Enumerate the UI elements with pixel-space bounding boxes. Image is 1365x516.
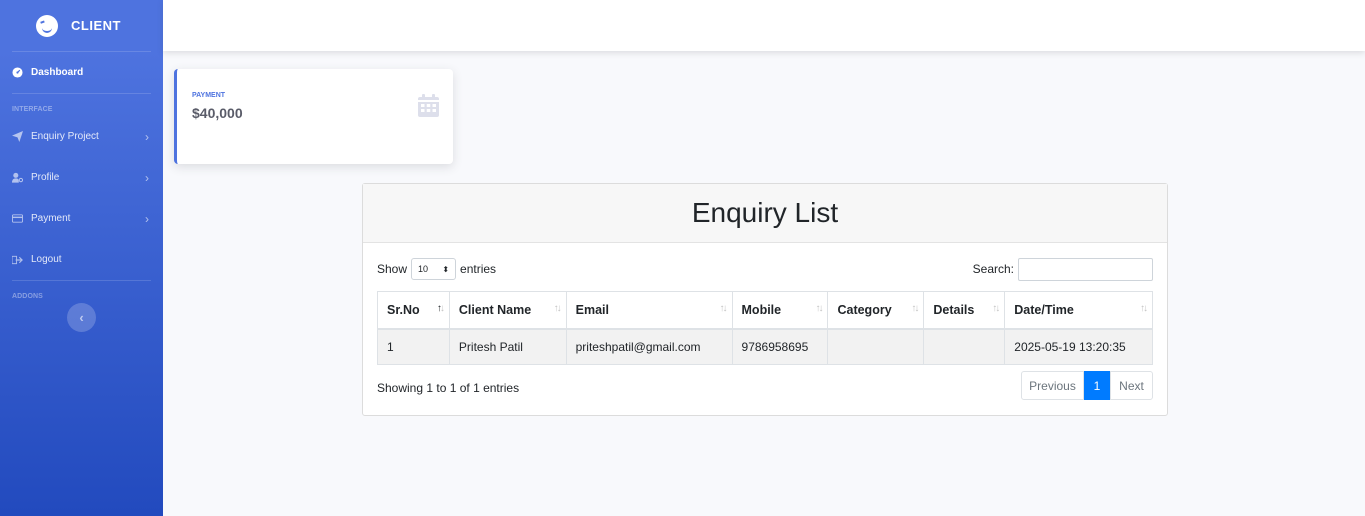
sidebar-item-dashboard[interactable]: Dashboard xyxy=(0,52,163,93)
chevron-right-icon: › xyxy=(145,171,149,185)
sort-icon: ↑↓ xyxy=(553,303,562,314)
table-info: Showing 1 to 1 of 1 entries xyxy=(377,381,520,395)
entries-label: entries xyxy=(460,262,497,276)
sidebar-heading-interface: INTERFACE xyxy=(12,106,53,113)
sidebar-item-label: Payment xyxy=(31,213,71,224)
chevron-right-icon: › xyxy=(145,212,149,226)
sidebar-toggle-button[interactable]: ‹ xyxy=(67,303,96,332)
sort-icon: ↑↓ xyxy=(992,303,1000,314)
user-cog-icon xyxy=(12,172,23,183)
page-title: Enquiry List xyxy=(691,197,839,228)
sort-icon: ↑↓ xyxy=(815,303,823,314)
length-control: Show 10 ⬍ entries xyxy=(377,257,496,281)
sort-icon: ↑↓ xyxy=(436,303,445,314)
sidebar: CLIENT Dashboard INTERFACE Enquiry Proje… xyxy=(0,0,163,516)
sidebar-item-label: Dashboard xyxy=(31,67,84,78)
column-header-email[interactable]: Email ↑↓ xyxy=(565,291,733,330)
paper-plane-icon xyxy=(12,131,23,142)
sign-out-icon xyxy=(12,254,23,265)
search-control: Search: xyxy=(973,257,1153,281)
chevron-left-icon: ‹ xyxy=(79,310,84,325)
show-label: Show xyxy=(377,262,408,276)
column-header-label: Category xyxy=(837,302,892,317)
credit-card-icon xyxy=(12,213,23,224)
sidebar-brand[interactable]: CLIENT xyxy=(0,0,163,51)
enquiry-panel-header: Enquiry List xyxy=(363,184,1167,243)
cell-client-name: Pritesh Patil xyxy=(448,328,567,365)
column-header-category[interactable]: Category ↑↓ xyxy=(827,291,925,330)
table-header-row: Sr.No ↑↓ Client Name ↑↓ Email ↑↓ Mobile ↑↓ C… xyxy=(377,291,1153,330)
sidebar-item-payment[interactable]: Payment › xyxy=(0,198,163,239)
page-button-1[interactable]: 1 xyxy=(1084,371,1110,400)
column-header-label: Email xyxy=(575,302,609,317)
column-header-label: Client Name xyxy=(458,302,532,317)
calendar-icon xyxy=(418,94,439,122)
sidebar-item-label: Enquiry Project xyxy=(31,131,99,142)
sort-icon: ↑↓ xyxy=(719,303,728,314)
search-label: Search: xyxy=(972,262,1014,276)
laughing-face-icon xyxy=(36,14,58,37)
sidebar-item-enquiry-project[interactable]: Enquiry Project › xyxy=(0,116,163,157)
sidebar-heading-addons: ADDONS xyxy=(12,293,43,300)
column-header-label: Mobile xyxy=(741,302,782,317)
column-header-srno[interactable]: Sr.No ↑↓ xyxy=(377,291,450,330)
enquiry-table: Sr.No ↑↓ Client Name ↑↓ Email ↑↓ Mobile ↑↓ C… xyxy=(377,291,1153,365)
sidebar-item-logout[interactable]: Logout xyxy=(0,239,163,280)
pagination: Previous 1 Next xyxy=(1021,371,1153,400)
cell-email: priteshpatil@gmail.com xyxy=(565,328,733,365)
sort-icon: ↑↓ xyxy=(911,303,919,314)
sort-icon: ↑↓ xyxy=(1140,303,1148,314)
column-header-label: Sr.No xyxy=(387,302,420,317)
enquiry-panel: Enquiry List Show 10 ⬍ entries Search: S… xyxy=(362,183,1168,416)
payment-card-label: PAYMENT xyxy=(192,92,226,99)
column-header-mobile[interactable]: Mobile ↑↓ xyxy=(731,291,829,330)
topbar xyxy=(163,0,1365,51)
sidebar-item-profile[interactable]: Profile › xyxy=(0,157,163,198)
cell-category xyxy=(827,328,925,365)
cell-mobile: 9786958695 xyxy=(731,328,829,365)
sort-arrows-icon: ⬍ xyxy=(442,264,450,274)
previous-button[interactable]: Previous xyxy=(1021,371,1084,400)
column-header-details[interactable]: Details ↑↓ xyxy=(923,291,1006,330)
table-row: 1 Pritesh Patil priteshpatil@gmail.com 9… xyxy=(377,328,1153,365)
column-header-datetime[interactable]: Date/Time ↑↓ xyxy=(1004,291,1153,330)
chevron-right-icon: › xyxy=(145,130,149,144)
brand-name: CLIENT xyxy=(71,18,121,33)
column-header-client-name[interactable]: Client Name ↑↓ xyxy=(448,291,567,330)
payment-card-value: $40,000 xyxy=(192,105,243,121)
column-header-label: Details xyxy=(933,302,975,317)
entries-select[interactable]: 10 ⬍ xyxy=(411,258,457,280)
sidebar-item-label: Logout xyxy=(31,254,62,265)
column-header-label: Date/Time xyxy=(1014,302,1074,317)
sidebar-item-label: Profile xyxy=(31,172,60,183)
next-button[interactable]: Next xyxy=(1110,371,1153,400)
payment-card: PAYMENT $40,000 xyxy=(174,69,453,164)
search-input[interactable] xyxy=(1018,257,1153,281)
cell-details xyxy=(923,328,1006,365)
cell-srno: 1 xyxy=(377,328,450,365)
tachometer-icon xyxy=(12,67,23,78)
entries-select-value: 10 xyxy=(418,264,429,274)
table-controls: Show 10 ⬍ entries Search: xyxy=(377,257,1153,281)
cell-datetime: 2025-05-19 13:20:35 xyxy=(1004,328,1153,365)
